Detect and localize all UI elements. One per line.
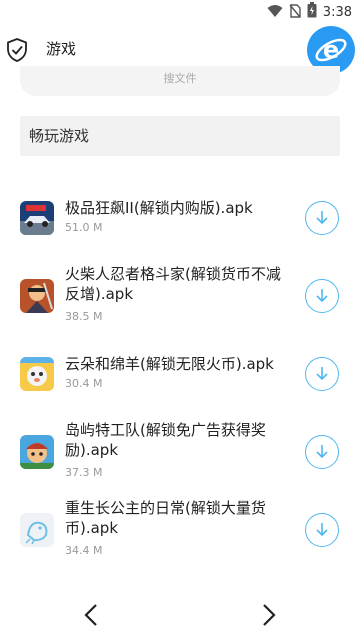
chevron-right-icon: [263, 604, 276, 626]
file-name: 云朵和绵羊(解锁无限火币).apk: [65, 355, 274, 373]
download-arrow-icon: [316, 367, 328, 381]
battery-icon: [307, 2, 317, 22]
download-button[interactable]: [305, 201, 339, 235]
island-agent-game-icon: [20, 435, 54, 469]
page-title: 游戏: [46, 40, 77, 58]
download-button[interactable]: [305, 513, 339, 547]
list-item[interactable]: 重生长公主的日常(解锁大量货币).apk 34.4 M: [0, 496, 360, 566]
chevron-left-icon: [84, 604, 97, 626]
wifi-icon: [267, 3, 283, 22]
shield-icon[interactable]: [6, 38, 28, 62]
download-button[interactable]: [305, 357, 339, 391]
category-header: 畅玩游戏: [20, 116, 340, 156]
download-arrow-icon: [316, 445, 328, 459]
list-item[interactable]: 云朵和绵羊(解锁无限火币).apk 30.4 M: [0, 340, 360, 410]
file-name: 极品狂飙II(解锁内购版).apk: [65, 199, 253, 217]
princess-game-icon: [20, 513, 54, 547]
next-page-button[interactable]: [254, 600, 284, 630]
status-bar: 3:38: [0, 0, 360, 24]
svg-text:e: e: [323, 36, 339, 64]
list-item[interactable]: 火柴人忍者格斗家(解锁货币不减反增).apk 38.5 M: [0, 262, 360, 332]
download-button[interactable]: [305, 435, 339, 469]
file-size: 38.5 M: [65, 310, 103, 323]
download-button[interactable]: [305, 279, 339, 313]
file-size: 51.0 M: [65, 221, 103, 234]
ninja-game-icon: [20, 279, 54, 313]
no-sim-icon: [289, 3, 301, 22]
file-size: 30.4 M: [65, 377, 103, 390]
file-size: 34.4 M: [65, 544, 103, 557]
file-size: 37.3 M: [65, 466, 103, 479]
racing-car-game-icon: [20, 201, 54, 235]
list-item[interactable]: 极品狂飙II(解锁内购版).apk 51.0 M: [0, 184, 360, 254]
download-arrow-icon: [316, 289, 328, 303]
previous-page-button[interactable]: [76, 600, 106, 630]
search-input[interactable]: 搜文件: [20, 66, 340, 96]
file-name: 重生长公主的日常(解锁大量货币).apk: [65, 499, 266, 537]
list-item[interactable]: 岛屿特工队(解锁免广告获得奖励).apk 37.3 M: [0, 418, 360, 488]
status-time: 3:38: [322, 4, 352, 20]
download-arrow-icon: [316, 523, 328, 537]
cloud-sheep-game-icon: [20, 357, 54, 391]
download-arrow-icon: [316, 211, 328, 225]
file-name: 岛屿特工队(解锁免广告获得奖励).apk: [65, 421, 266, 459]
file-name: 火柴人忍者格斗家(解锁货币不减反增).apk: [65, 265, 281, 303]
